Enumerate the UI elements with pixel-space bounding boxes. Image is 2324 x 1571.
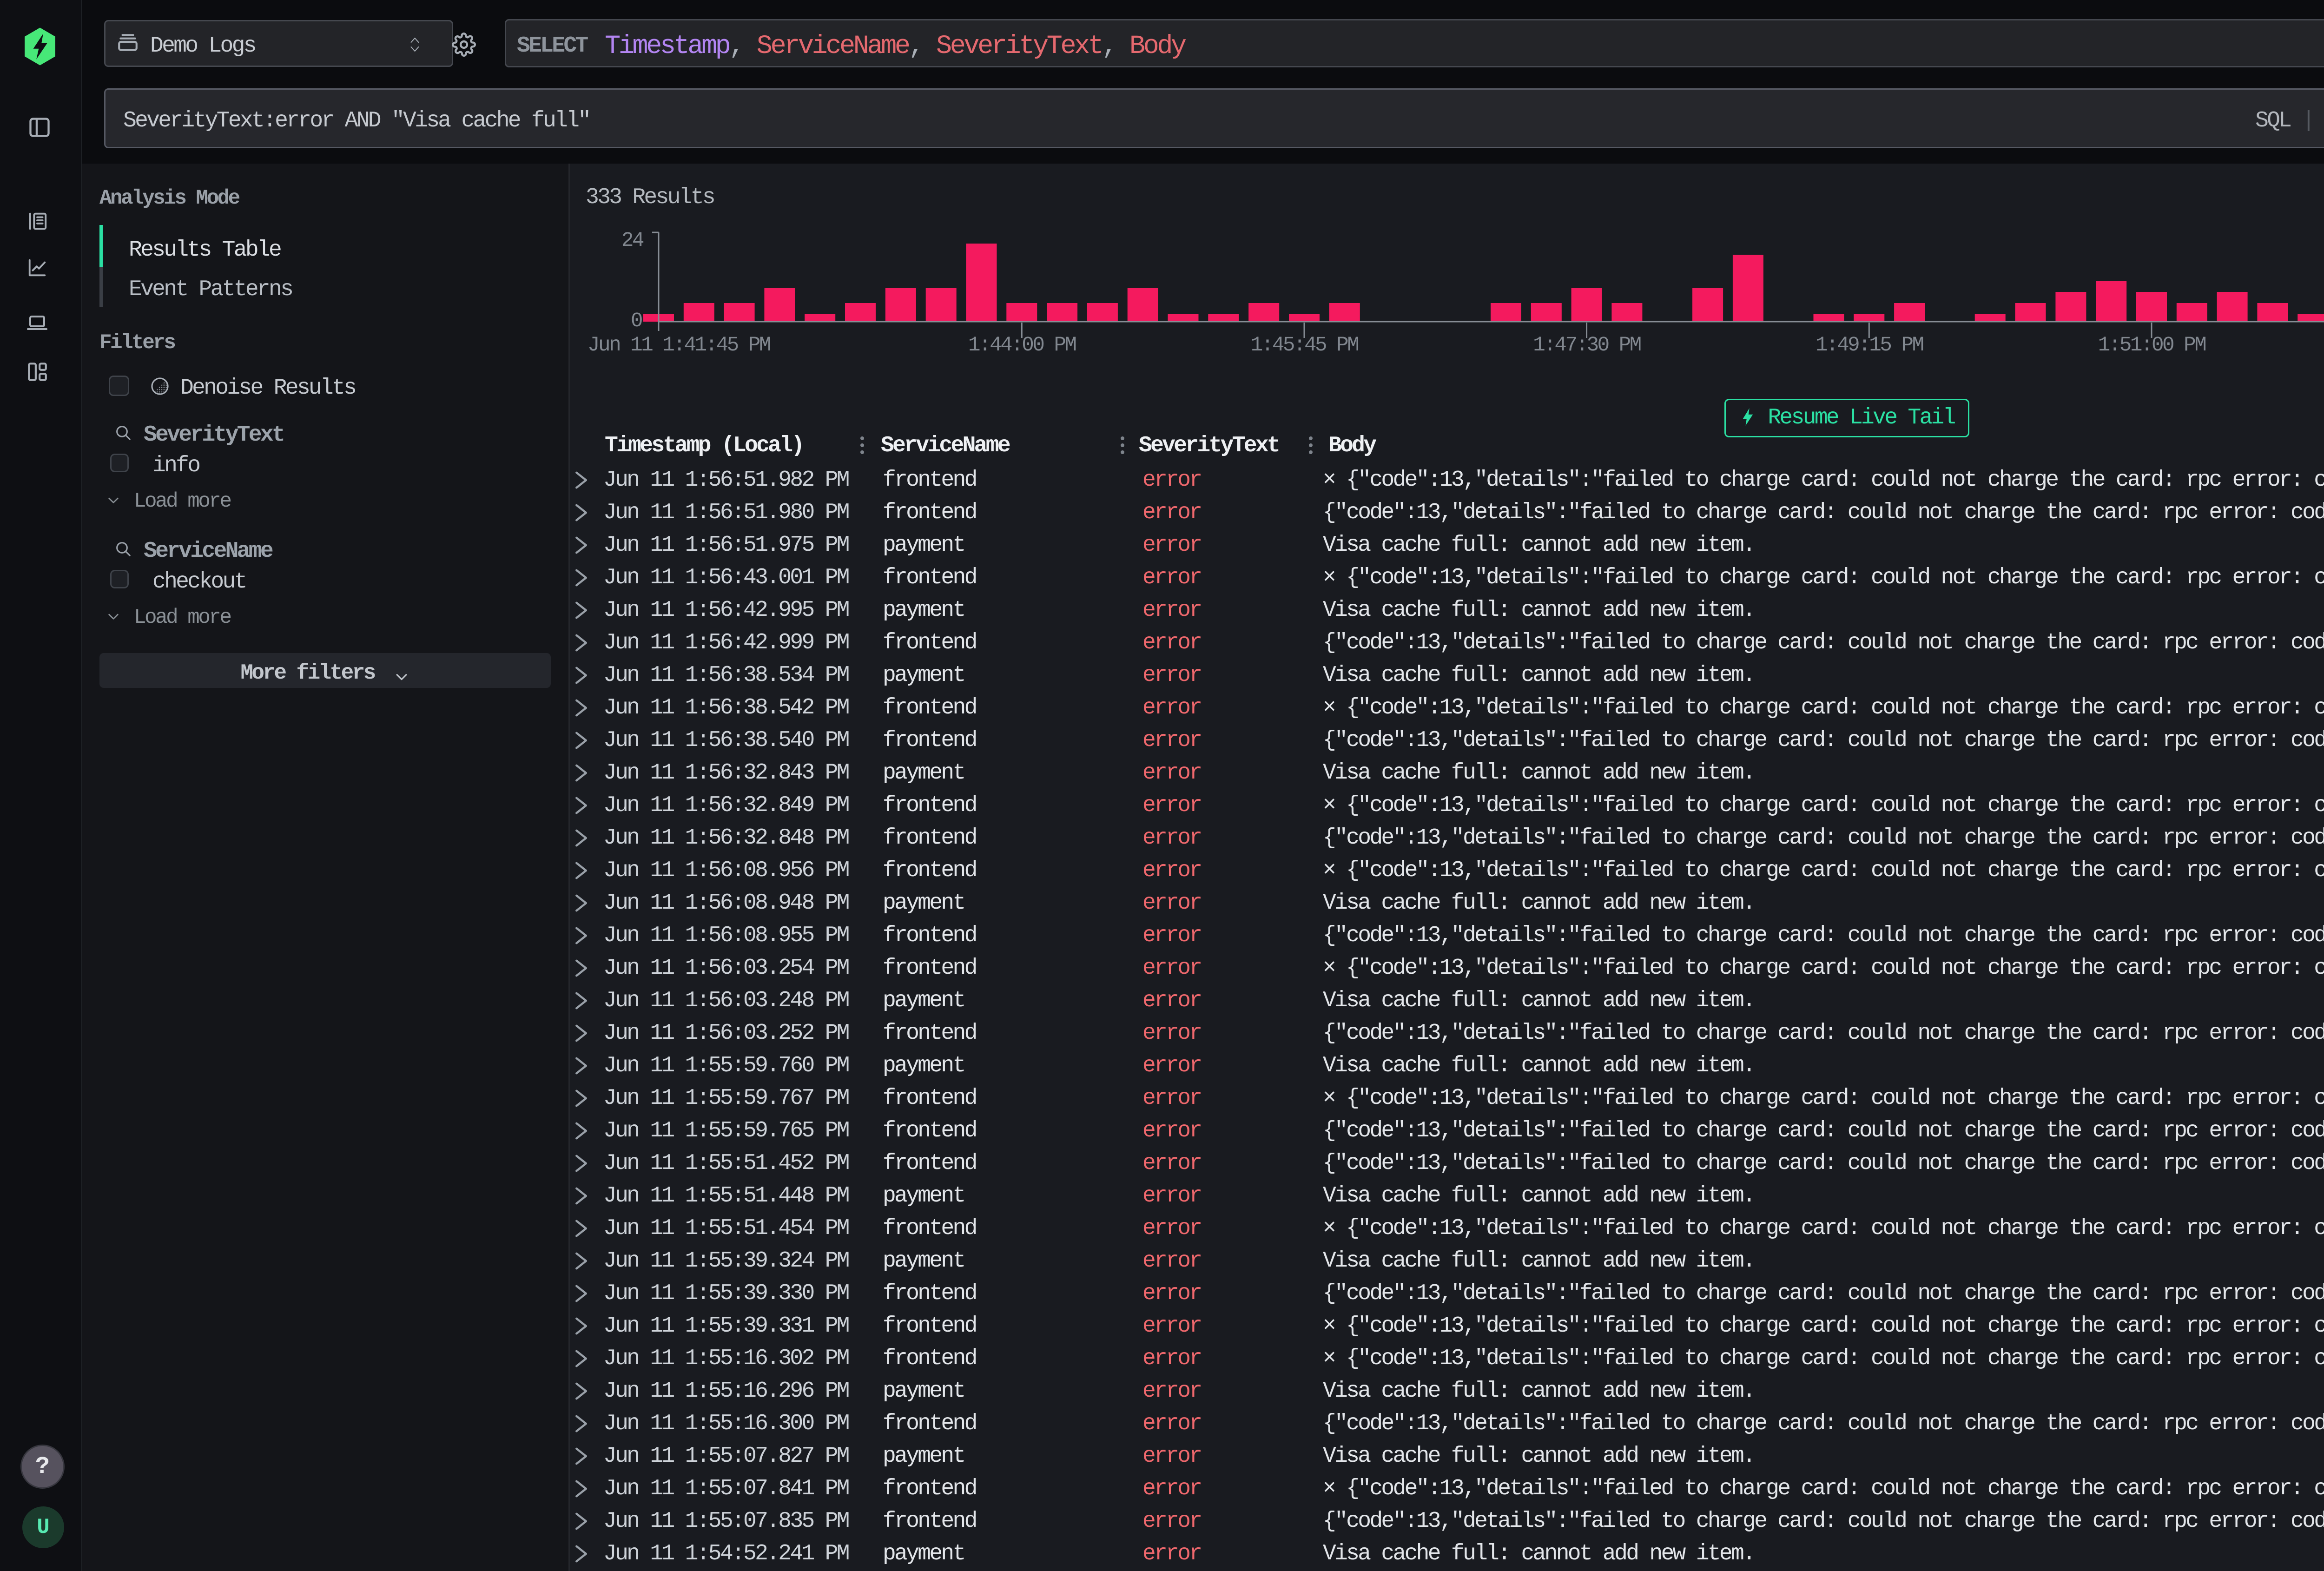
svg-text:1:45:45 PM: 1:45:45 PM: [1251, 334, 1359, 357]
svg-text:1:51:00 PM: 1:51:00 PM: [2098, 334, 2206, 357]
svg-text:24: 24: [621, 229, 644, 252]
svg-text:Jun 11 1:41:45 PM: Jun 11 1:41:45 PM: [588, 334, 770, 357]
svg-text:0: 0: [631, 310, 642, 333]
svg-text:1:47:30 PM: 1:47:30 PM: [1533, 334, 1641, 357]
svg-text:1:44:00 PM: 1:44:00 PM: [968, 334, 1076, 357]
svg-text:1:49:15 PM: 1:49:15 PM: [1816, 334, 1923, 357]
